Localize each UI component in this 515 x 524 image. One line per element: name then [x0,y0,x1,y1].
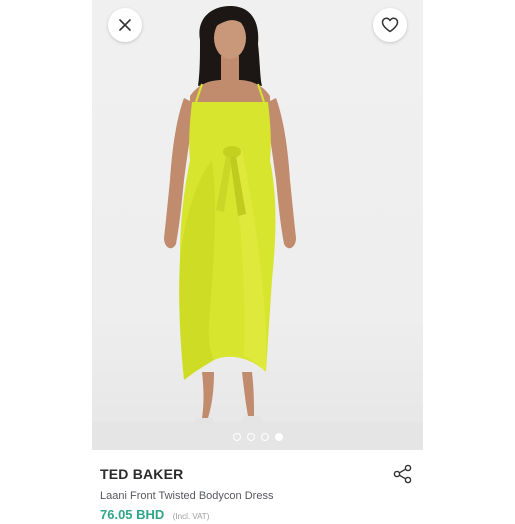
product-info: TED BAKER Laani Front Twisted Bodycon Dr… [92,450,423,522]
close-button[interactable] [108,8,142,42]
product-name: Laani Front Twisted Bodycon Dress [100,490,274,502]
share-icon [393,464,412,484]
vat-note: (Incl. VAT) [172,512,210,521]
share-button[interactable] [393,464,413,484]
wishlist-button[interactable] [373,8,407,42]
pagination-dot[interactable] [274,433,283,441]
image-pagination [92,433,423,441]
left-margin [0,0,92,515]
close-icon [119,19,131,31]
product-photo [164,6,296,424]
pagination-dot[interactable] [246,433,255,441]
heart-icon [381,17,399,33]
right-margin [423,0,515,515]
product-image-carousel[interactable] [92,0,423,450]
price-row: 76.05 BHD (Incl. VAT) [100,506,209,524]
brand-name[interactable]: TED BAKER [100,466,183,482]
pagination-dot[interactable] [260,433,269,441]
pagination-dot[interactable] [232,433,241,441]
